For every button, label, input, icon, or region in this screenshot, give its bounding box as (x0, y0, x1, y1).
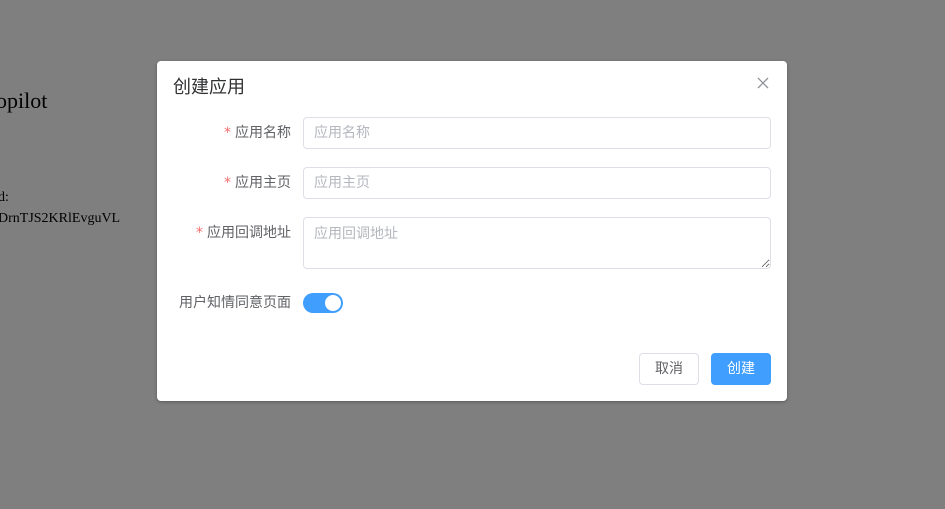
create-app-dialog: 创建应用 *应用名称 *应用主页 *应用回调地址 用户知情同意页面 (157, 61, 787, 401)
dialog-title: 创建应用 (173, 77, 245, 98)
create-button[interactable]: 创建 (711, 353, 771, 385)
consent-page-label: 用户知情同意页面 (179, 295, 291, 311)
app-name-label-text: 应用名称 (235, 125, 291, 141)
app-homepage-label: * 应用主页 (224, 167, 291, 199)
cancel-button[interactable]: 取消 (639, 353, 699, 385)
app-name-label: * 应用名称 (224, 117, 291, 149)
close-icon (757, 77, 769, 89)
required-mark: * (224, 175, 231, 191)
app-name-input[interactable] (303, 117, 771, 149)
app-homepage-label-text: 应用主页 (235, 175, 291, 191)
switch-knob (325, 295, 341, 311)
app-callback-textarea[interactable] (303, 217, 771, 269)
app-homepage-input[interactable] (303, 167, 771, 199)
app-callback-label-text: 应用回调地址 (207, 225, 291, 241)
page: opilot d: DrnTJS2KRlEvguVL 创建应用 *应用名称 *应… (0, 0, 945, 509)
required-mark: * (196, 225, 203, 241)
consent-page-switch[interactable] (303, 293, 343, 313)
required-mark: * (224, 125, 231, 141)
app-callback-label: * 应用回调地址 (196, 217, 291, 249)
close-button[interactable] (755, 75, 771, 91)
